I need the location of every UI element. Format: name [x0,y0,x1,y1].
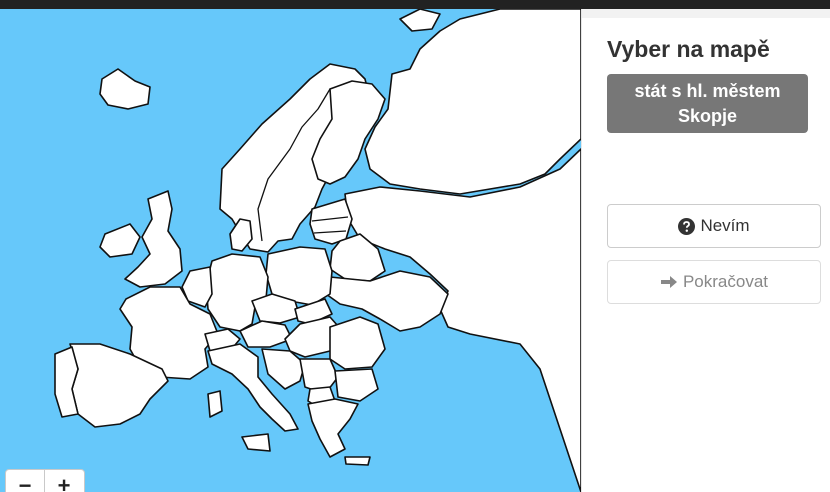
island-svalbard[interactable] [399,9,441,32]
island-sardinia[interactable] [207,390,223,418]
zoom-out-button[interactable]: − [6,470,44,492]
country-portugal[interactable] [54,346,79,418]
country-romania[interactable] [329,316,386,370]
question-circle-icon [678,217,696,235]
country-russia[interactable] [344,148,581,492]
panel-top-strip [582,9,830,18]
dont-know-label: Nevím [700,216,750,235]
island-crete[interactable] [344,456,371,466]
panel-title: Vyber na mapě [607,36,770,62]
target-question-badge: stát s hl. městem Skopje [607,74,808,133]
target-capital: Skopje [677,105,738,126]
zoom-in-button[interactable]: + [44,470,83,492]
europe-map[interactable]: − + [0,9,581,492]
country-greece[interactable] [307,398,359,458]
zoom-controls: − + [5,469,85,492]
quiz-panel: Vyber na mapě stát s hl. městem Skopje N… [581,9,830,492]
island-iceland[interactable] [99,68,151,110]
country-ireland[interactable] [99,223,141,258]
arrow-right-icon [660,274,678,290]
country-russia-north[interactable] [364,9,581,195]
country-bulgaria[interactable] [334,368,379,402]
continue-label: Pokračovat [682,272,769,291]
island-sicily[interactable] [241,433,271,452]
continue-button[interactable]: Pokračovat [607,260,821,304]
top-bar [0,0,830,9]
target-line-1: stát s hl. městem [634,80,781,101]
map-svg[interactable] [0,9,581,492]
dont-know-button[interactable]: Nevím [607,204,821,248]
